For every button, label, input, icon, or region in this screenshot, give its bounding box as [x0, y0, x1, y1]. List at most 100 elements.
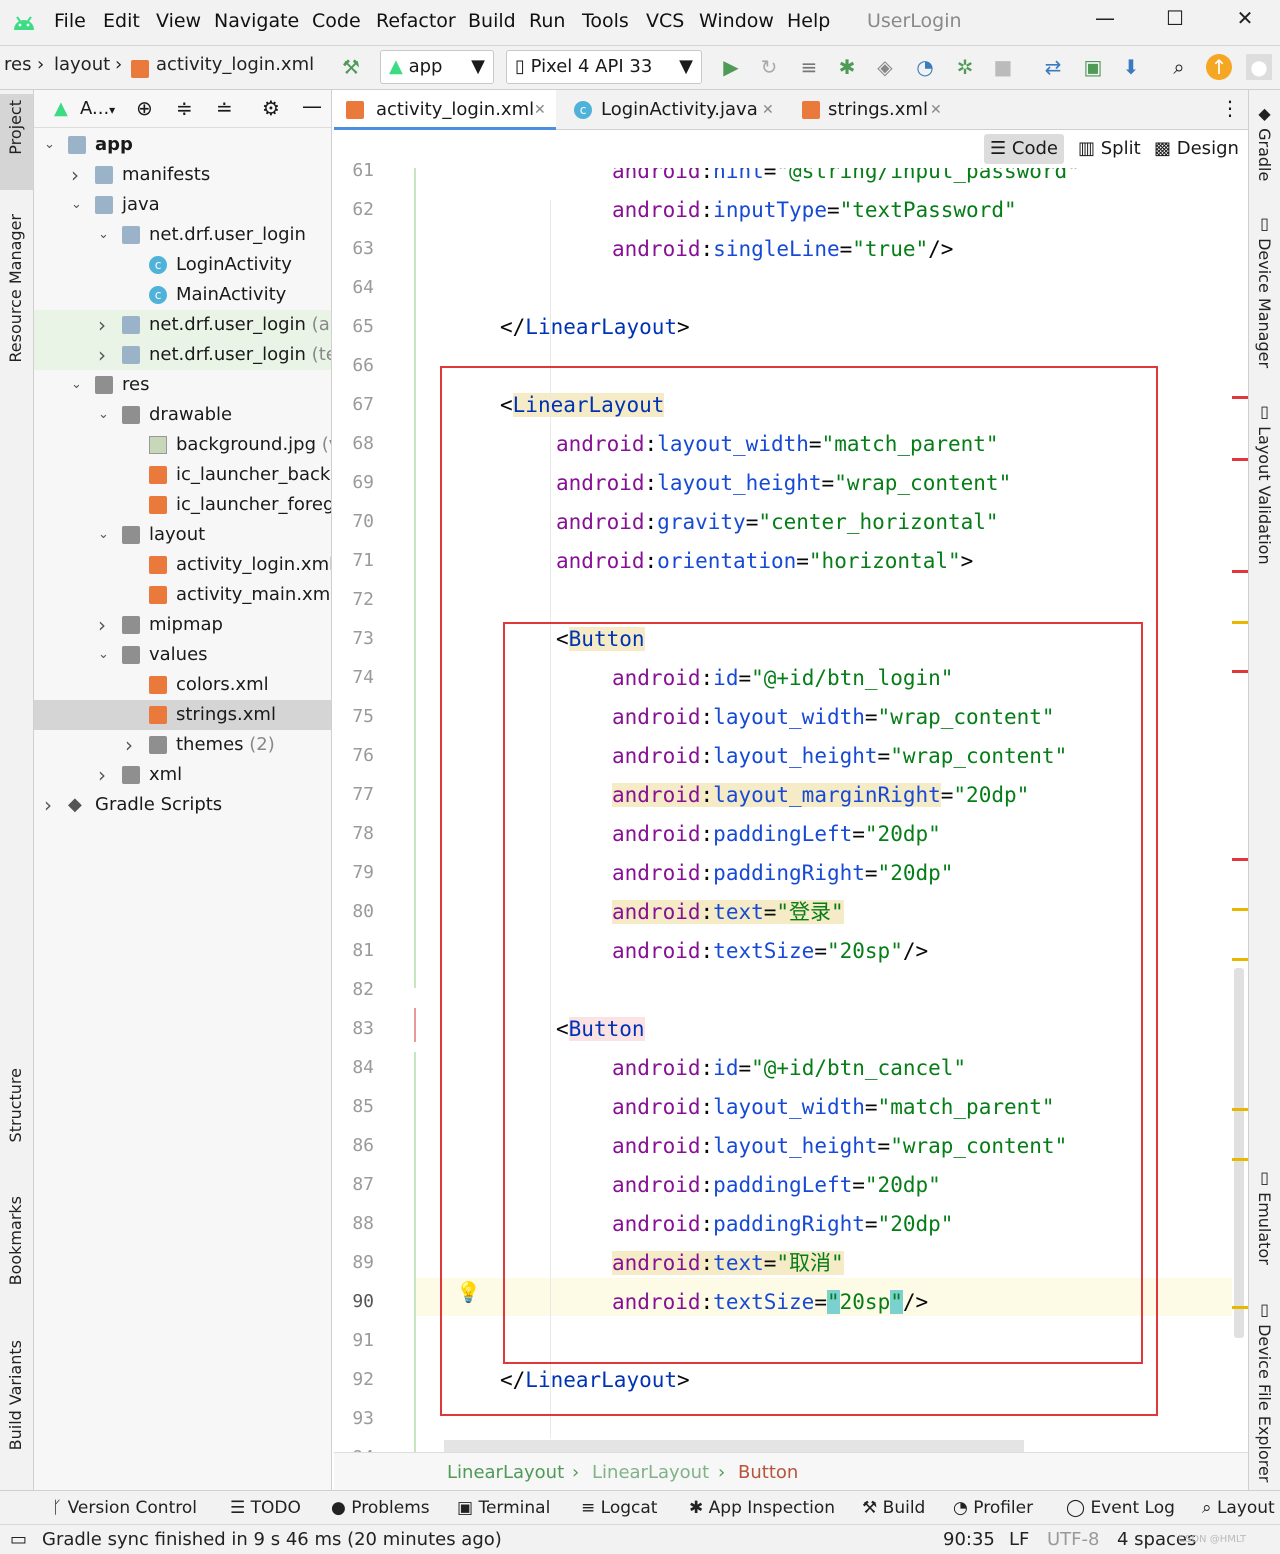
- run-config-select[interactable]: ▲ app ▼: [380, 50, 494, 84]
- design-mode-button[interactable]: ▩ Design: [1148, 134, 1245, 164]
- coverage-icon[interactable]: ◈: [872, 54, 898, 80]
- profile-icon[interactable]: ◔: [912, 54, 938, 80]
- chevron-down-icon[interactable]: ⌄: [44, 130, 58, 160]
- maximize-icon[interactable]: ☐: [1150, 6, 1200, 40]
- menu-view[interactable]: View: [156, 10, 201, 32]
- hide-panel-icon[interactable]: —: [302, 94, 322, 118]
- tool-todo[interactable]: ☰ TODO: [230, 1498, 301, 1518]
- close-tab-icon[interactable]: ✕: [930, 90, 942, 130]
- tree-item[interactable]: strings.xml: [34, 700, 331, 730]
- tab-activity-login-xml[interactable]: activity_login.xml ✕: [334, 90, 556, 130]
- menu-tools[interactable]: Tools: [582, 10, 629, 32]
- device-manager-icon[interactable]: ▣: [1080, 54, 1106, 80]
- warning-marker[interactable]: [1232, 958, 1248, 961]
- tool-event-log[interactable]: ◯ Event Log: [1066, 1498, 1175, 1518]
- menu-help[interactable]: Help: [787, 10, 830, 32]
- menu-build[interactable]: Build: [468, 10, 516, 32]
- run-icon[interactable]: ▶: [718, 54, 744, 80]
- status-toggle-icon[interactable]: ▭: [10, 1529, 27, 1550]
- tool-tab-emulator[interactable]: ▯ Emulator: [1255, 1168, 1274, 1265]
- breadcrumb-res[interactable]: res: [4, 54, 31, 75]
- tree-item[interactable]: ⌄ net.drf.user_login: [34, 220, 331, 250]
- chevron-right-icon[interactable]: ›: [98, 310, 112, 340]
- tool-tab-gradle[interactable]: ◆ Gradle: [1255, 104, 1274, 181]
- tool-tab-device-file-explorer[interactable]: ▯ Device File Explorer: [1255, 1300, 1274, 1482]
- xml-crumb-linearlayout[interactable]: LinearLayout: [592, 1462, 709, 1483]
- sdk-manager-icon[interactable]: ⬇: [1118, 54, 1144, 80]
- tree-item[interactable]: ⌄ java: [34, 190, 331, 220]
- debug-icon[interactable]: ✱: [834, 54, 860, 80]
- menu-run[interactable]: Run: [529, 10, 565, 32]
- tree-item[interactable]: › ◆ Gradle Scripts: [34, 790, 331, 820]
- tab-strings-xml[interactable]: strings.xml ✕: [794, 90, 954, 130]
- tool-app-inspection[interactable]: ✱ App Inspection: [689, 1498, 835, 1518]
- chevron-down-icon[interactable]: ⌄: [98, 220, 112, 250]
- tool-tab-layout-validation[interactable]: ▯ Layout Validation: [1255, 402, 1274, 565]
- expand-all-icon[interactable]: ≑: [176, 96, 193, 120]
- close-icon[interactable]: ✕: [1220, 6, 1270, 40]
- warning-marker[interactable]: [1232, 621, 1248, 624]
- file-encoding[interactable]: UTF-8: [1047, 1529, 1099, 1550]
- tree-item[interactable]: › themes (2): [34, 730, 331, 760]
- tool-version-control[interactable]: ᚴ Version Control: [52, 1498, 197, 1518]
- stop-icon[interactable]: ■: [990, 54, 1016, 80]
- tool-profiler[interactable]: ◔ Profiler: [953, 1498, 1033, 1518]
- editor-scrollbar[interactable]: [1232, 168, 1248, 1452]
- tab-login-activity-java[interactable]: c LoginActivity.java ✕: [566, 90, 788, 130]
- menu-navigate[interactable]: Navigate: [214, 10, 299, 32]
- warning-marker[interactable]: [1232, 1158, 1248, 1161]
- tree-item[interactable]: colors.xml: [34, 670, 331, 700]
- tree-item[interactable]: ⌄ values: [34, 640, 331, 670]
- gear-icon[interactable]: ⚙: [262, 96, 280, 120]
- error-marker[interactable]: [1232, 570, 1248, 573]
- tool-problems[interactable]: ● Problems: [331, 1498, 430, 1518]
- chevron-right-icon[interactable]: ›: [98, 340, 112, 370]
- horizontal-scrollbar[interactable]: [444, 1440, 1024, 1452]
- apply-changes-icon[interactable]: ≡: [796, 54, 822, 80]
- status-message[interactable]: Gradle sync finished in 9 s 46 ms (20 mi…: [42, 1529, 502, 1550]
- chevron-down-icon[interactable]: ⌄: [98, 520, 112, 550]
- close-tab-icon[interactable]: ✕: [534, 90, 546, 130]
- tree-item[interactable]: ⌄ layout: [34, 520, 331, 550]
- search-icon[interactable]: ⌕: [1166, 54, 1192, 80]
- menu-edit[interactable]: Edit: [103, 10, 140, 32]
- split-mode-button[interactable]: ▥ Split: [1072, 134, 1147, 164]
- tool-tab-build-variants[interactable]: Build Variants: [6, 1340, 25, 1450]
- menu-vcs[interactable]: VCS: [646, 10, 684, 32]
- tree-item[interactable]: ⌄ res: [34, 370, 331, 400]
- chevron-right-icon[interactable]: ›: [98, 610, 112, 640]
- error-marker[interactable]: [1232, 458, 1248, 461]
- tree-item[interactable]: c MainActivity: [34, 280, 331, 310]
- chevron-right-icon[interactable]: ›: [98, 760, 112, 790]
- minimize-icon[interactable]: —: [1080, 6, 1130, 40]
- close-tab-icon[interactable]: ✕: [762, 90, 774, 130]
- chevron-down-icon[interactable]: ⌄: [98, 640, 112, 670]
- chevron-right-icon[interactable]: ›: [125, 730, 139, 760]
- menu-code[interactable]: Code: [312, 10, 361, 32]
- menu-window[interactable]: Window: [699, 10, 774, 32]
- tree-item[interactable]: background.jpg (v: [34, 430, 331, 460]
- tool-terminal[interactable]: ▣ Terminal: [457, 1498, 550, 1518]
- update-icon[interactable]: ↑: [1206, 54, 1232, 80]
- tree-item[interactable]: activity_login.xml: [34, 550, 331, 580]
- tool-logcat[interactable]: ≡ Logcat: [581, 1498, 657, 1518]
- error-marker[interactable]: [1232, 396, 1248, 399]
- tool-tab-project[interactable]: Project: [6, 100, 25, 155]
- tree-item[interactable]: ⌄ app: [34, 130, 331, 160]
- error-marker[interactable]: [1232, 670, 1248, 673]
- attach-debugger-icon[interactable]: ✲: [952, 54, 978, 80]
- chevron-right-icon[interactable]: ›: [44, 790, 58, 820]
- tree-item[interactable]: c LoginActivity: [34, 250, 331, 280]
- breadcrumb-activity-login[interactable]: activity_login.xml: [156, 54, 314, 75]
- warning-marker[interactable]: [1232, 908, 1248, 911]
- menu-refactor[interactable]: Refactor: [376, 10, 456, 32]
- tool-build[interactable]: ⚒ Build: [862, 1498, 925, 1518]
- tree-item[interactable]: › net.drf.user_login (an: [34, 310, 331, 340]
- warning-marker[interactable]: [1232, 1306, 1248, 1309]
- error-marker[interactable]: [1232, 858, 1248, 861]
- tree-item[interactable]: › net.drf.user_login (te: [34, 340, 331, 370]
- project-view-select[interactable]: A...▾: [80, 98, 115, 119]
- locate-file-icon[interactable]: ⊕: [136, 96, 153, 120]
- breadcrumb-layout[interactable]: layout: [54, 54, 110, 75]
- tree-item[interactable]: activity_main.xml: [34, 580, 331, 610]
